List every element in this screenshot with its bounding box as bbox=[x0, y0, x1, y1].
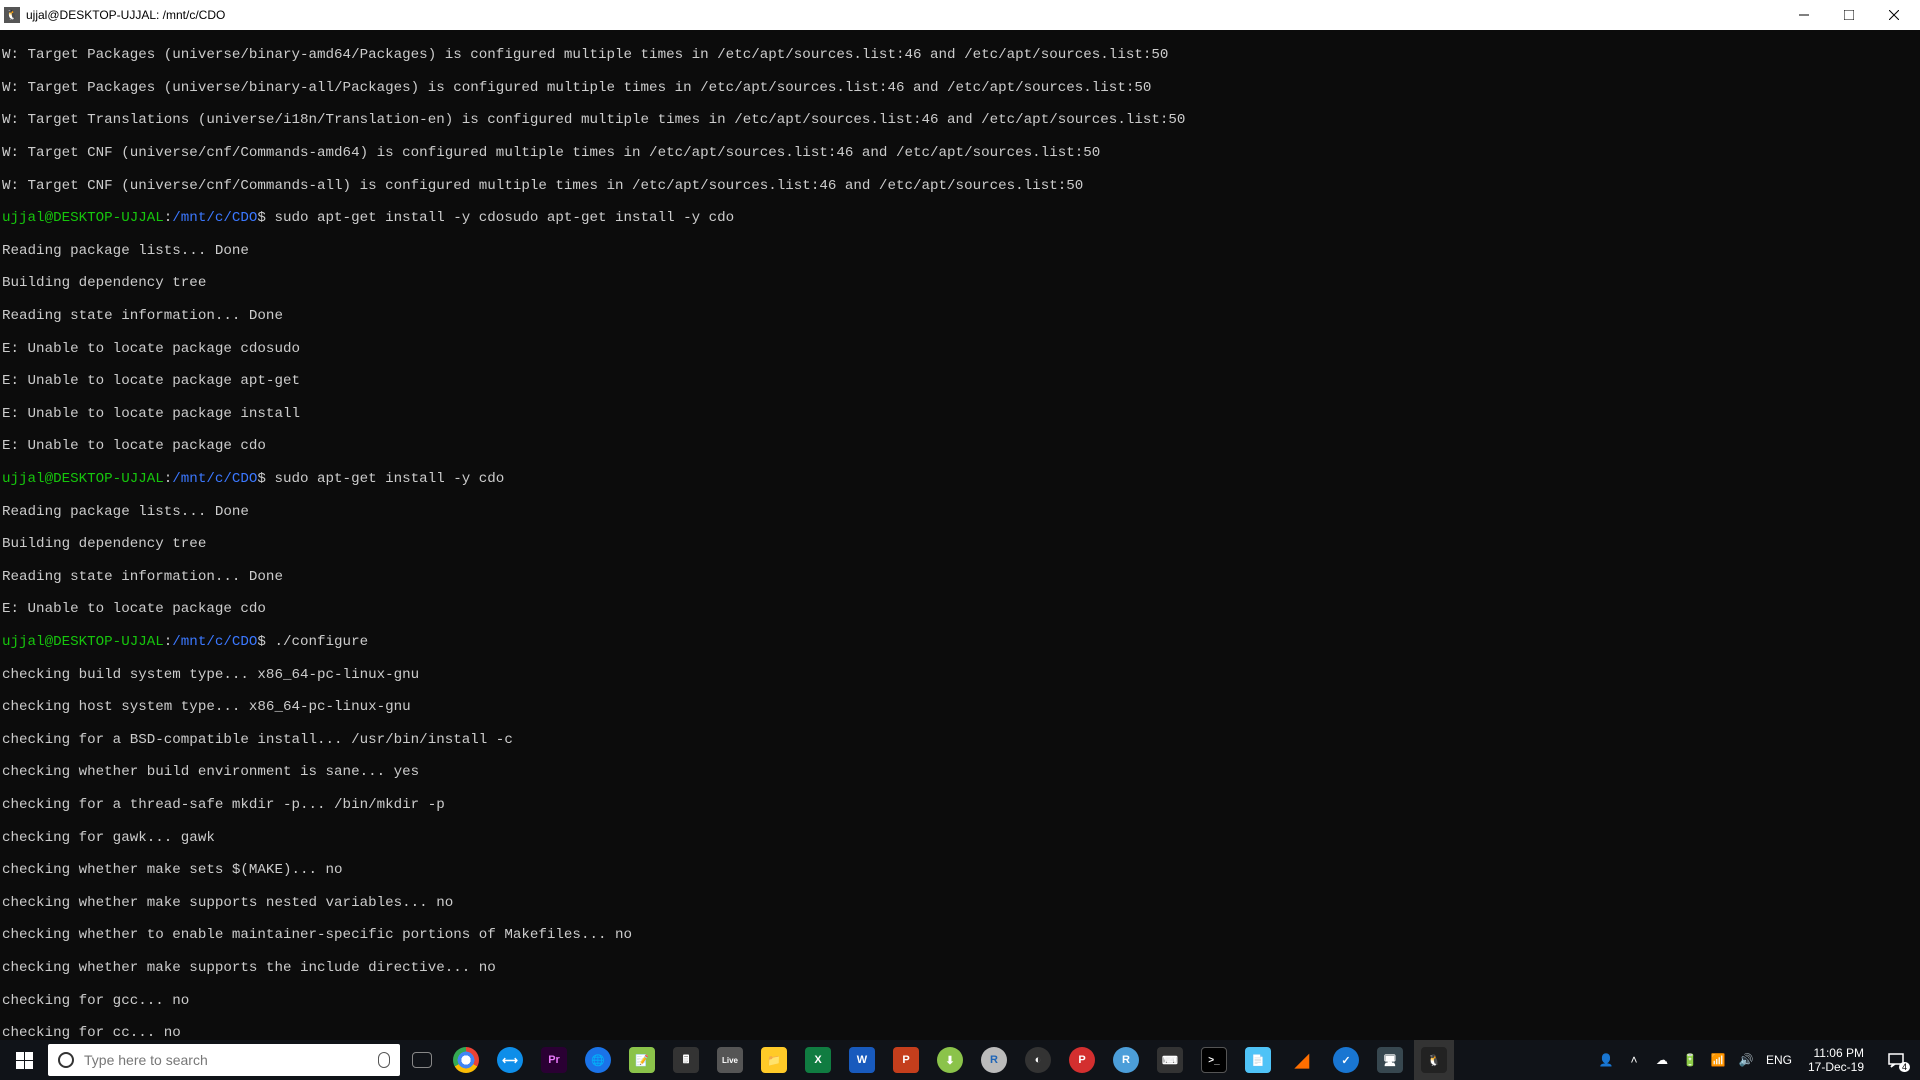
premiere-app-icon[interactable]: Pr bbox=[534, 1040, 574, 1080]
system-tray: 👤 ˄ ☁ 🔋 📶 🔊 ENG 11:06 PM 17-Dec-19 4 bbox=[1590, 1044, 1920, 1076]
close-button[interactable] bbox=[1871, 0, 1916, 30]
output-line: checking build system type... x86_64-pc-… bbox=[2, 667, 1918, 683]
window-titlebar: 🐧 ujjal@DESKTOP-UJJAL: /mnt/c/CDO bbox=[0, 0, 1920, 30]
task-view-button[interactable] bbox=[402, 1040, 442, 1080]
powerpoint-app-icon[interactable]: P bbox=[886, 1040, 926, 1080]
notification-badge: 4 bbox=[1899, 1062, 1910, 1072]
app-icon[interactable]: ◐ bbox=[1018, 1040, 1058, 1080]
wsl-app-icon[interactable]: 🐧 bbox=[1414, 1040, 1454, 1080]
output-line: W: Target Translations (universe/i18n/Tr… bbox=[2, 112, 1918, 128]
people-icon[interactable]: 👤 bbox=[1598, 1052, 1614, 1068]
app-icon[interactable]: 🖥 bbox=[1370, 1040, 1410, 1080]
output-line: E: Unable to locate package cdo bbox=[2, 601, 1918, 617]
output-line: E: Unable to locate package cdosudo bbox=[2, 341, 1918, 357]
battery-icon[interactable]: 🔋 bbox=[1682, 1052, 1698, 1068]
explorer-app-icon[interactable]: 📁 bbox=[754, 1040, 794, 1080]
output-line: W: Target Packages (universe/binary-all/… bbox=[2, 80, 1918, 96]
output-line: checking for gawk... gawk bbox=[2, 830, 1918, 846]
output-line: checking for gcc... no bbox=[2, 993, 1918, 1009]
clock-time: 11:06 PM bbox=[1808, 1046, 1864, 1060]
rstudio-app-icon[interactable]: R bbox=[1106, 1040, 1146, 1080]
search-placeholder: Type here to search bbox=[84, 1052, 208, 1068]
prompt-user: ujjal@DESKTOP-UJJAL bbox=[2, 210, 164, 226]
clock[interactable]: 11:06 PM 17-Dec-19 bbox=[1804, 1046, 1868, 1074]
terminal-output[interactable]: W: Target Packages (universe/binary-amd6… bbox=[0, 30, 1920, 1040]
output-line: E: Unable to locate package install bbox=[2, 406, 1918, 422]
output-line: checking whether make supports nested va… bbox=[2, 895, 1918, 911]
terminal-app-icon[interactable]: ⌨ bbox=[1150, 1040, 1190, 1080]
output-line: checking for a BSD-compatible install...… bbox=[2, 732, 1918, 748]
output-line: Reading package lists... Done bbox=[2, 243, 1918, 259]
output-line: W: Target CNF (universe/cnf/Commands-all… bbox=[2, 178, 1918, 194]
idm-app-icon[interactable]: ⬇ bbox=[930, 1040, 970, 1080]
excel-app-icon[interactable]: X bbox=[798, 1040, 838, 1080]
prompt-line: ujjal@DESKTOP-UJJAL:/mnt/c/CDO$ sudo apt… bbox=[2, 210, 1918, 226]
clock-date: 17-Dec-19 bbox=[1808, 1060, 1864, 1074]
output-line: checking host system type... x86_64-pc-l… bbox=[2, 699, 1918, 715]
windows-taskbar: Type here to search ⟷ Pr 🌐 📝 🖩 Live 📁 X … bbox=[0, 1040, 1920, 1080]
maximize-button[interactable] bbox=[1826, 0, 1871, 30]
wifi-icon[interactable]: 📶 bbox=[1710, 1052, 1726, 1068]
action-center-button[interactable]: 4 bbox=[1880, 1044, 1912, 1076]
calculator-app-icon[interactable]: 🖩 bbox=[666, 1040, 706, 1080]
prompt-path: /mnt/c/CDO bbox=[172, 210, 257, 226]
search-input[interactable]: Type here to search bbox=[48, 1044, 400, 1076]
window-title: ujjal@DESKTOP-UJJAL: /mnt/c/CDO bbox=[26, 8, 225, 22]
app-icon[interactable]: ✓ bbox=[1326, 1040, 1366, 1080]
earth-app-icon[interactable]: 🌐 bbox=[578, 1040, 618, 1080]
output-line: Reading package lists... Done bbox=[2, 504, 1918, 520]
matlab-app-icon[interactable]: ◢ bbox=[1282, 1040, 1322, 1080]
command-text: sudo apt-get install -y cdosudo apt-get … bbox=[266, 210, 734, 226]
teamviewer-app-icon[interactable]: ⟷ bbox=[490, 1040, 530, 1080]
output-line: Reading state information... Done bbox=[2, 308, 1918, 324]
mic-icon bbox=[378, 1052, 390, 1068]
minimize-button[interactable] bbox=[1781, 0, 1826, 30]
tux-icon: 🐧 bbox=[4, 7, 20, 23]
word-app-icon[interactable]: W bbox=[842, 1040, 882, 1080]
notepad-app-icon[interactable]: 📝 bbox=[622, 1040, 662, 1080]
output-line: checking whether make supports the inclu… bbox=[2, 960, 1918, 976]
output-line: W: Target Packages (universe/binary-amd6… bbox=[2, 47, 1918, 63]
output-line: Building dependency tree bbox=[2, 536, 1918, 552]
command-text: ./configure bbox=[266, 634, 368, 650]
live-app-icon[interactable]: Live bbox=[710, 1040, 750, 1080]
onedrive-icon[interactable]: ☁ bbox=[1654, 1052, 1670, 1068]
chrome-app-icon[interactable] bbox=[446, 1040, 486, 1080]
output-line: checking whether to enable maintainer-sp… bbox=[2, 927, 1918, 943]
r-app-icon[interactable]: R bbox=[974, 1040, 1014, 1080]
output-line: Building dependency tree bbox=[2, 275, 1918, 291]
cortana-icon bbox=[58, 1052, 74, 1068]
output-line: E: Unable to locate package apt-get bbox=[2, 373, 1918, 389]
start-button[interactable] bbox=[0, 1040, 48, 1080]
command-text: sudo apt-get install -y cdo bbox=[266, 471, 504, 487]
output-line: checking for a thread-safe mkdir -p... /… bbox=[2, 797, 1918, 813]
volume-icon[interactable]: 🔊 bbox=[1738, 1052, 1754, 1068]
wordpad-app-icon[interactable]: 📄 bbox=[1238, 1040, 1278, 1080]
output-line: checking whether make sets $(MAKE)... no bbox=[2, 862, 1918, 878]
prompt-line: ujjal@DESKTOP-UJJAL:/mnt/c/CDO$ sudo apt… bbox=[2, 471, 1918, 487]
prompt-line: ujjal@DESKTOP-UJJAL:/mnt/c/CDO$ ./config… bbox=[2, 634, 1918, 650]
output-line: W: Target CNF (universe/cnf/Commands-amd… bbox=[2, 145, 1918, 161]
tray-chevron-icon[interactable]: ˄ bbox=[1626, 1052, 1642, 1068]
output-line: Reading state information... Done bbox=[2, 569, 1918, 585]
cmd-app-icon[interactable]: >_ bbox=[1194, 1040, 1234, 1080]
output-line: checking for cc... no bbox=[2, 1025, 1918, 1040]
app-icon[interactable]: P bbox=[1062, 1040, 1102, 1080]
language-indicator[interactable]: ENG bbox=[1766, 1052, 1792, 1068]
output-line: E: Unable to locate package cdo bbox=[2, 438, 1918, 454]
output-line: checking whether build environment is sa… bbox=[2, 764, 1918, 780]
